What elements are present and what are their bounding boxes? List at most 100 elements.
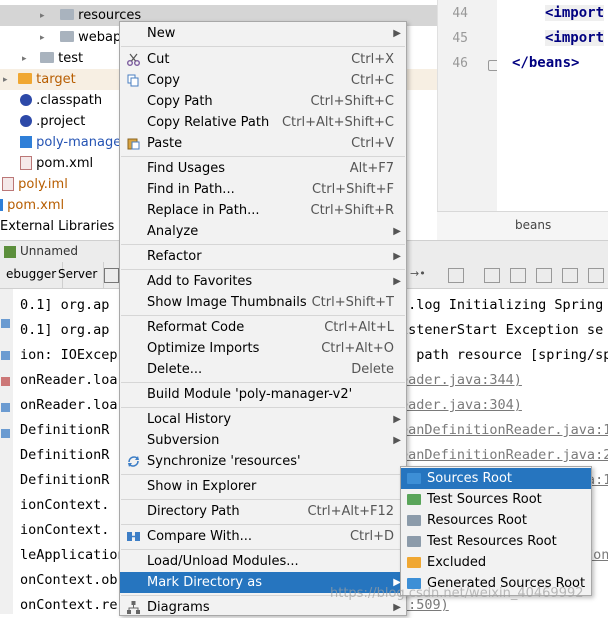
diagram-icon	[127, 601, 140, 614]
toolbar-icon[interactable]	[1, 351, 10, 360]
debug-toolbar-icon[interactable]	[448, 268, 464, 283]
line-number: 44	[452, 6, 468, 21]
console-line: onContext.ob	[20, 572, 118, 588]
menu-item-load-unload-modules[interactable]: Load/Unload Modules...	[120, 551, 406, 572]
tab-server[interactable]: Server	[52, 262, 105, 288]
submenu-arrow-icon: ▶	[393, 276, 401, 287]
step-icon[interactable]: →•	[410, 267, 426, 280]
module-icon	[20, 135, 32, 148]
menu-item-copy-relative-path[interactable]: Copy Relative Path Ctrl+Alt+Shift+C	[120, 112, 406, 133]
submenu-arrow-icon: ▶	[393, 28, 401, 39]
menu-item-replace-in-path[interactable]: Replace in Path... Ctrl+Shift+R	[120, 200, 406, 221]
submenu-item-label: Sources Root	[427, 471, 513, 486]
submenu-arrow-icon: ▶	[393, 251, 401, 262]
code-line: <import	[545, 5, 605, 21]
menu-item-find-in-path[interactable]: Find in Path... Ctrl+Shift+F	[120, 179, 406, 200]
submenu-arrow-icon: ▶	[393, 414, 401, 425]
console-line: s path resource [spring/sp	[400, 347, 608, 363]
iml-file-icon	[2, 176, 14, 191]
submenu-arrow-icon: ▶	[393, 435, 401, 446]
step-into-icon[interactable]	[510, 268, 526, 283]
submenu-item[interactable]: Excluded	[401, 552, 591, 573]
menu-item-refactor[interactable]: Refactor ▶	[120, 246, 406, 267]
submenu-item-label: Excluded	[427, 555, 487, 570]
folder-icon	[407, 536, 421, 547]
console-side-toolbar	[0, 289, 13, 614]
menu-item-build-module[interactable]: Build Module 'poly-manager-v2'	[120, 384, 406, 405]
menu-item-subversion[interactable]: Subversion ▶	[120, 430, 406, 451]
chevron-right-icon[interactable]: ▸	[3, 76, 11, 85]
menu-item-paste[interactable]: Paste Ctrl+V	[120, 133, 406, 154]
submenu-item[interactable]: Test Sources Root	[401, 489, 591, 510]
run-to-cursor-icon[interactable]	[588, 268, 604, 283]
console-tab-icon[interactable]	[104, 268, 119, 283]
menu-item-analyze[interactable]: Analyze ▶	[120, 221, 406, 242]
menu-item-copy[interactable]: Copy Ctrl+C	[120, 70, 406, 91]
menu-item-add-to-favorites[interactable]: Add to Favorites ▶	[120, 271, 406, 292]
toolbar-icon[interactable]	[1, 377, 10, 386]
compare-icon	[127, 532, 140, 541]
menu-item-copy-path[interactable]: Copy Path Ctrl+Shift+C	[120, 91, 406, 112]
console-line: DefinitionR	[20, 422, 110, 438]
menu-item-reformat-code[interactable]: Reformat Code Ctrl+Alt+L	[120, 317, 406, 338]
line-number: 45	[452, 31, 468, 46]
menu-item-new[interactable]: New ▶	[120, 23, 406, 44]
console-line: onReader.loa	[20, 397, 118, 413]
maven-file-icon	[0, 198, 3, 211]
console-line[interactable]: eanDefinitionReader.java:1	[400, 422, 608, 438]
step-over-icon[interactable]	[484, 268, 500, 283]
toolbar-icon[interactable]	[1, 403, 10, 412]
submenu-item[interactable]: Resources Root	[401, 510, 591, 531]
chevron-right-icon[interactable]: ▸	[40, 34, 48, 43]
editor-breadcrumb[interactable]: beans	[437, 211, 608, 240]
code-line: </beans>	[512, 55, 580, 71]
console-line: onReader.loa	[20, 372, 118, 388]
console-line: ionContext.	[20, 497, 110, 513]
submenu-item[interactable]: Test Resources Root	[401, 531, 591, 552]
console-line[interactable]: eader.java:304)	[400, 397, 522, 413]
chevron-right-icon[interactable]: ▸	[22, 55, 30, 64]
chevron-right-icon[interactable]: ▸	[40, 12, 48, 21]
mark-directory-submenu: Sources Root Test Sources Root Resources R…	[400, 466, 592, 596]
menu-item-show-image-thumbnails[interactable]: Show Image Thumbnails Ctrl+Shift+T	[120, 292, 406, 313]
menu-item-compare-with[interactable]: Compare With... Ctrl+D	[120, 526, 406, 547]
watermark: https://blog.csdn.net/weixin_40469992	[330, 586, 584, 601]
copy-icon	[127, 74, 139, 87]
code-editor[interactable]: <import <import </beans>	[497, 0, 608, 211]
paste-icon	[127, 138, 140, 150]
console-line[interactable]: eanDefinitionReader.java:2	[400, 447, 608, 463]
submenu-item-label: Test Resources Root	[427, 534, 557, 549]
eclipse-file-icon	[20, 114, 32, 127]
menu-item-delete[interactable]: Delete... Delete	[120, 359, 406, 380]
menu-item-local-history[interactable]: Local History ▶	[120, 409, 406, 430]
menu-item-synchronize[interactable]: Synchronize 'resources'	[120, 451, 406, 472]
menu-item-optimize-imports[interactable]: Optimize Imports Ctrl+Alt+O	[120, 338, 406, 359]
editor-gutter: 44 45 46	[437, 0, 499, 211]
console-line: t.log Initializing Spring	[400, 297, 604, 313]
maven-file-icon	[20, 155, 32, 170]
console-line: DefinitionR	[20, 472, 110, 488]
menu-item-find-usages[interactable]: Find Usages Alt+F7	[120, 158, 406, 179]
folder-icon	[60, 9, 74, 20]
folder-icon	[407, 557, 421, 568]
toolbar-icon[interactable]	[1, 319, 10, 328]
folder-icon	[407, 515, 421, 526]
submenu-item[interactable]: Sources Root	[401, 468, 591, 489]
console-line[interactable]: eader.java:344)	[400, 372, 522, 388]
console-line: onContext.re	[20, 597, 118, 613]
submenu-arrow-icon: ▶	[393, 226, 401, 237]
code-line: <import	[545, 30, 605, 46]
console-line: ion: IOExcep	[20, 347, 118, 363]
folder-icon	[60, 31, 74, 42]
step-out-icon[interactable]	[562, 268, 578, 283]
toolbar-icon[interactable]	[1, 429, 10, 438]
menu-item-directory-path[interactable]: Directory Path Ctrl+Alt+F12	[120, 501, 406, 522]
folder-icon	[407, 473, 421, 484]
run-config-name: Unnamed	[20, 244, 79, 258]
force-step-icon[interactable]	[536, 268, 552, 283]
console-line: leApplication	[20, 547, 126, 563]
console-line: 0.1] org.ap	[20, 322, 110, 338]
menu-item-show-in-explorer[interactable]: Show in Explorer	[120, 476, 406, 497]
sync-icon	[128, 456, 139, 467]
menu-item-cut[interactable]: Cut Ctrl+X	[120, 49, 406, 70]
